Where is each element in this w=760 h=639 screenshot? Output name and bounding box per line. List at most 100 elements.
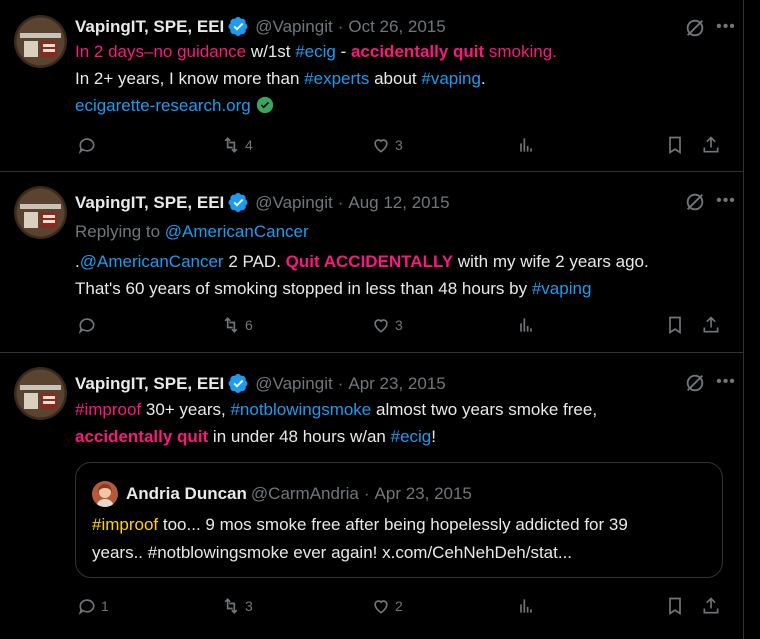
text-segment: ! (431, 427, 436, 446)
mention-link[interactable]: @AmericanCancer (165, 222, 309, 241)
like-icon (374, 600, 388, 614)
tweet-date[interactable]: Apr 23, 2015 (348, 374, 445, 394)
avatar[interactable] (14, 15, 67, 68)
author-name[interactable]: VapingIT, SPE, EEI (75, 17, 224, 37)
reply-icon (78, 318, 95, 335)
author-handle[interactable]: @Vapingit (255, 193, 332, 213)
separator-dot: · (337, 373, 344, 393)
share-button[interactable] (701, 315, 721, 335)
text-segment: 2 PAD. (223, 252, 286, 271)
views-button[interactable] (516, 315, 536, 335)
text-segment: years.. #notblowingsmoke ever again! x.c… (92, 543, 573, 562)
reply-icon (78, 138, 95, 155)
hashtag-link[interactable]: #ecig (295, 42, 336, 61)
like-count: 3 (395, 137, 403, 153)
tweet-date[interactable]: Oct 26, 2015 (348, 17, 445, 37)
hashtag-link[interactable]: #notblowingsmoke (230, 400, 371, 419)
quoted-tweet-text: #improof too... 9 mos smoke free after b… (92, 511, 712, 567)
repost-count: 4 (245, 137, 253, 153)
text-segment: about (369, 69, 422, 88)
tweet-header: VapingIT, SPE, EEI @Vapingit · Aug 12, 2… (75, 192, 450, 213)
text-segment: w/1st (246, 42, 296, 61)
more-icon[interactable]: ••• (714, 193, 738, 216)
like-button[interactable]: 3 (371, 315, 403, 335)
repost-count: 6 (245, 317, 253, 333)
tweet-text: In 2 days–no guidance w/1st #ecig - acci… (75, 38, 725, 119)
tweet-actions: 1 3 2 (75, 596, 725, 620)
bookmark-button[interactable] (665, 315, 685, 335)
like-count: 3 (395, 317, 403, 333)
share-button[interactable] (701, 135, 721, 155)
bookmark-icon (669, 136, 681, 155)
repost-icon (224, 137, 238, 153)
text-segment: smoking. (484, 42, 557, 61)
reply-count: 1 (101, 598, 109, 614)
author-name[interactable]: VapingIT, SPE, EEI (75, 374, 224, 394)
tweet-text: #improof 30+ years, #notblowingsmoke alm… (75, 396, 725, 450)
quoted-tweet-header: Andria Duncan @CarmAndria · Apr 23, 2015 (92, 481, 472, 507)
text-segment: accidentally quit (350, 42, 485, 61)
quoted-tweet[interactable]: Andria Duncan @CarmAndria · Apr 23, 2015… (75, 462, 723, 578)
author-name[interactable]: VapingIT, SPE, EEI (75, 193, 224, 213)
verified-badge-icon[interactable] (228, 373, 249, 394)
verified-badge-icon[interactable] (228, 16, 249, 37)
tweet-date[interactable]: Aug 12, 2015 (348, 193, 449, 213)
bookmark-button[interactable] (665, 135, 685, 155)
repost-button[interactable]: 3 (221, 596, 253, 616)
reply-button[interactable]: 1 (77, 596, 109, 616)
avatar[interactable] (14, 186, 67, 239)
reply-button[interactable] (77, 315, 101, 335)
views-icon (520, 599, 532, 613)
like-button[interactable]: 2 (371, 596, 403, 616)
hashtag-link[interactable]: #improof (75, 400, 141, 419)
tweet-actions: 4 3 (75, 135, 725, 159)
hashtag-link[interactable]: #vaping (421, 69, 481, 88)
grok-icon[interactable] (684, 372, 706, 394)
hashtag-link[interactable]: #experts (304, 69, 369, 88)
grok-icon[interactable] (684, 191, 706, 213)
text-segment: too... 9 mos smoke free after being hope… (158, 515, 628, 534)
views-button[interactable] (516, 135, 536, 155)
repost-button[interactable]: 6 (221, 315, 253, 335)
share-icon (703, 597, 719, 614)
hashtag-link[interactable]: #ecig (391, 427, 432, 446)
verified-link-icon (256, 96, 273, 114)
text-segment: In 2 days–no guidance (75, 42, 247, 61)
repost-icon (224, 598, 238, 614)
like-count: 2 (395, 598, 403, 614)
tweet-header: VapingIT, SPE, EEI @Vapingit · Oct 26, 2… (75, 16, 446, 37)
external-link[interactable]: ecigarette-research.org (75, 96, 251, 115)
bookmark-button[interactable] (665, 596, 685, 616)
share-icon (703, 316, 719, 333)
text-segment: in under 48 hours w/an (208, 427, 391, 446)
separator-dot: · (337, 16, 344, 36)
quoted-avatar (92, 481, 118, 507)
author-handle[interactable]: @Vapingit (255, 17, 332, 37)
quoted-author-name: Andria Duncan (126, 484, 247, 503)
text-segment: 30+ years, (141, 400, 231, 419)
repost-button[interactable]: 4 (221, 135, 253, 155)
like-button[interactable]: 3 (371, 135, 403, 155)
author-handle[interactable]: @Vapingit (255, 374, 332, 394)
grok-icon[interactable] (684, 17, 706, 39)
share-button[interactable] (701, 596, 721, 616)
separator-dot: · (337, 192, 344, 212)
text-segment: almost two years smoke free, (371, 400, 598, 419)
quoted-tweet-date: Apr 23, 2015 (374, 484, 472, 503)
repost-count: 3 (245, 598, 253, 614)
hashtag-link: #improof (92, 515, 159, 534)
avatar[interactable] (14, 367, 67, 420)
text-segment: - (335, 42, 351, 61)
text-segment: accidentally quit (75, 427, 209, 446)
reply-button[interactable] (77, 135, 101, 155)
more-icon[interactable]: ••• (714, 374, 738, 397)
text-segment: Quit ACCIDENTALLY (285, 252, 454, 271)
mention-link[interactable]: @AmericanCancer (80, 252, 224, 271)
verified-badge-icon[interactable] (228, 192, 249, 213)
share-icon (703, 136, 719, 153)
text-segment: That's 60 years of smoking stopped in le… (75, 279, 532, 298)
views-button[interactable] (516, 596, 536, 616)
hashtag-link[interactable]: #vaping (532, 279, 592, 298)
tweet-text: Replying to @AmericanCancer .@AmericanCa… (75, 218, 725, 302)
repost-icon (224, 317, 238, 333)
